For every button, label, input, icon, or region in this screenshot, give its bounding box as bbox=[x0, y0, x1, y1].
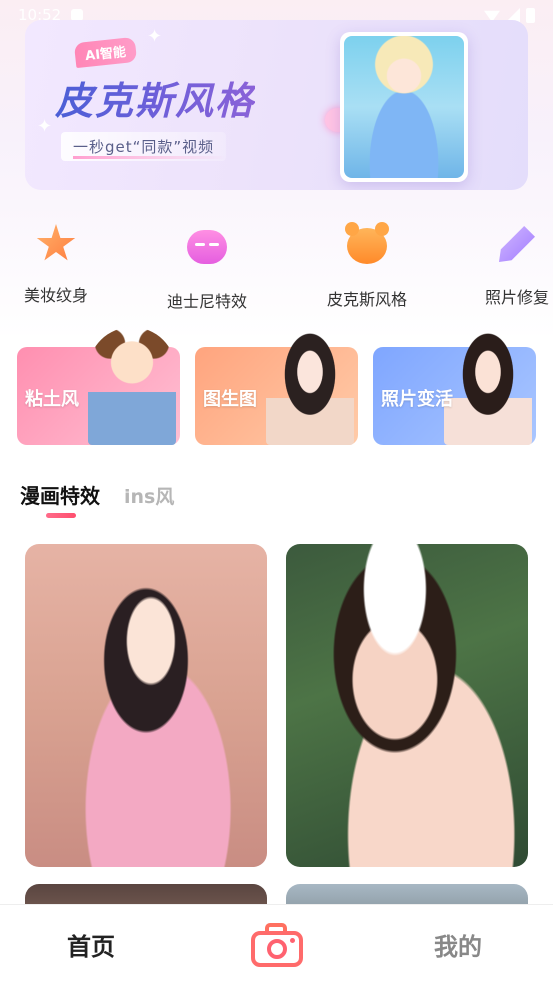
banner-title: 皮克斯风格 bbox=[55, 70, 255, 125]
tab-ins-style[interactable]: ins风 bbox=[124, 482, 174, 509]
banner-tag: AI智能 bbox=[73, 36, 138, 69]
star-wand-icon bbox=[36, 224, 76, 261]
banner-image-frame bbox=[340, 32, 468, 182]
robot-face-icon bbox=[187, 230, 227, 264]
feature-card-img2img[interactable]: 图生图 bbox=[195, 327, 358, 445]
gallery-item[interactable] bbox=[25, 544, 267, 867]
nav-mine[interactable]: 我的 bbox=[434, 927, 482, 962]
quick-category-row: 美妆纹身 迪士尼特效 皮克斯风格 照片修复 bbox=[0, 222, 553, 312]
category-label: 皮克斯风格 bbox=[326, 290, 407, 309]
promo-banner[interactable]: ✦ ✦ AI智能 皮克斯风格 一秒get“同款”视频 bbox=[25, 20, 528, 190]
category-label: 迪士尼特效 bbox=[166, 292, 247, 311]
pen-icon bbox=[499, 226, 535, 262]
camera-icon[interactable] bbox=[251, 923, 303, 967]
banner-subtitle: 一秒get“同款”视频 bbox=[61, 132, 227, 161]
feature-card-photo-alive[interactable]: 照片变活 bbox=[373, 327, 536, 445]
sparkle-icon: ✦ bbox=[147, 26, 163, 47]
tab-label: ins风 bbox=[124, 486, 175, 508]
category-makeup-tattoo[interactable]: 美妆纹身 bbox=[1, 222, 111, 306]
banner-image bbox=[344, 36, 464, 178]
battery-icon bbox=[526, 7, 535, 23]
feature-card-label: 照片变活 bbox=[381, 389, 453, 410]
feature-card-clay[interactable]: 粘土风 bbox=[17, 327, 180, 445]
category-pixar-style[interactable]: 皮克斯风格 bbox=[312, 222, 422, 310]
feature-card-label: 图生图 bbox=[203, 389, 257, 410]
content-tabs: 漫画特效 ins风 bbox=[20, 480, 174, 518]
category-photo-repair[interactable]: 照片修复 bbox=[462, 222, 553, 308]
nav-home[interactable]: 首页 bbox=[67, 927, 115, 962]
sparkle-icon: ✦ bbox=[37, 116, 53, 137]
bottom-nav: 首页 我的 bbox=[0, 904, 553, 984]
gallery-item[interactable] bbox=[286, 544, 528, 867]
category-label: 照片修复 bbox=[484, 288, 549, 307]
tab-label: 漫画特效 bbox=[20, 484, 100, 508]
category-label: 美妆纹身 bbox=[23, 286, 88, 305]
active-tab-indicator bbox=[46, 513, 76, 518]
feature-card-label: 粘土风 bbox=[25, 389, 79, 410]
feature-card-image bbox=[266, 327, 354, 445]
feature-card-image bbox=[444, 327, 532, 445]
category-disney-effect[interactable]: 迪士尼特效 bbox=[152, 222, 262, 312]
tab-comic-effect[interactable]: 漫画特效 bbox=[20, 480, 100, 518]
bear-face-icon bbox=[345, 222, 389, 264]
feature-card-image bbox=[88, 327, 176, 445]
